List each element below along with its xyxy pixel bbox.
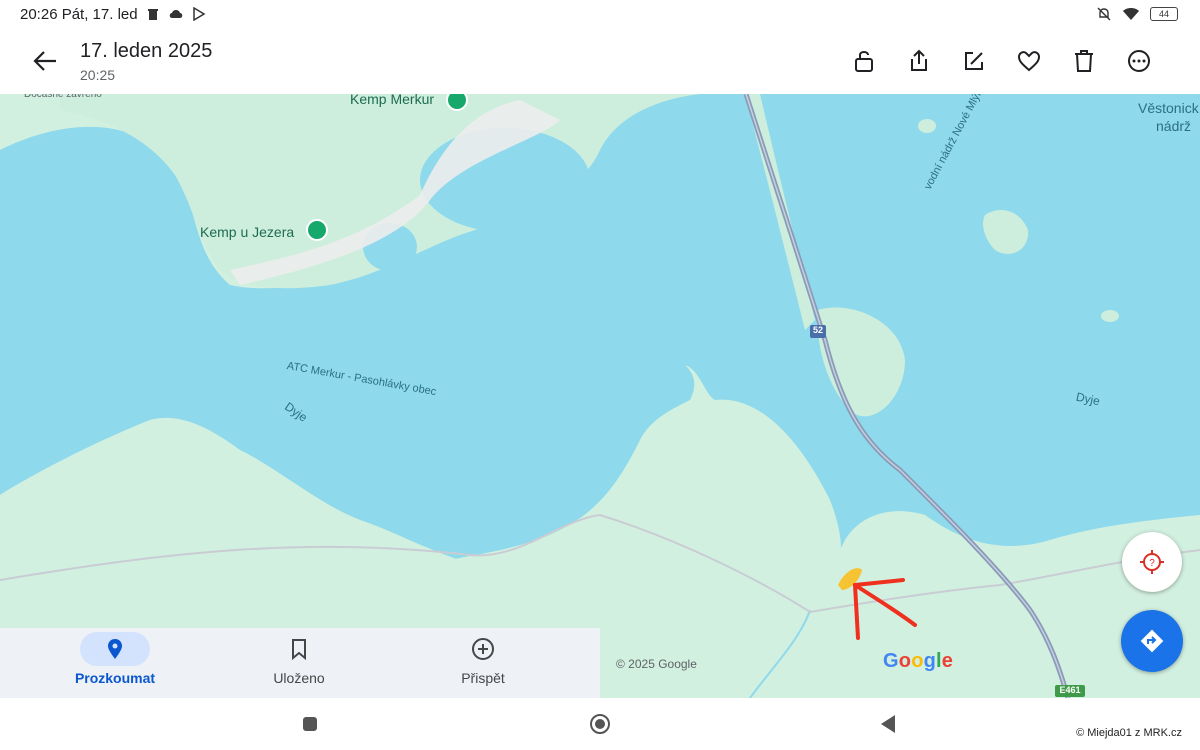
circle-home-icon [590,714,610,734]
location-pin-icon [108,639,122,659]
top-actions [849,46,1154,76]
watermark: © Miejda01 z MRK.cz [1076,727,1182,739]
nav-contribute[interactable]: Přispět [383,628,583,698]
nav-explore-indicator [80,632,150,666]
edit-button[interactable] [959,46,989,76]
back-button[interactable] [28,44,62,78]
bookmark-icon [292,639,306,660]
road-shield-e461: E461 [1055,685,1085,697]
share-icon [911,49,927,71]
system-navigation-bar: © Miejda01 z MRK.cz [0,698,1200,750]
nav-saved[interactable]: Uloženo [199,628,399,698]
directions-icon [1140,629,1164,653]
more-options-button[interactable] [1124,46,1154,76]
nav-saved-indicator [264,632,334,666]
lock-button[interactable] [849,46,879,76]
map-copyright: © 2025 Google [616,657,697,671]
road-shield-52: 52 [810,325,826,338]
unlock-icon [855,51,873,72]
trash-icon [1075,50,1093,72]
bell-muted-icon [1097,7,1111,21]
triangle-back-icon [881,715,895,733]
status-bar: 20:26 Pát, 17. led 44 [0,0,1200,30]
campsite-icon[interactable] [306,219,328,241]
bottom-navigation: Prozkoumat Uloženo Přispět [0,628,600,698]
map-label-vestonicka-2: nádrž [1156,118,1192,134]
nav-saved-label: Uloženo [273,670,325,686]
cloud-notification-icon [169,10,183,18]
wifi-icon [1123,8,1139,20]
svg-text:?: ? [1149,558,1155,569]
page-title: 17. leden 2025 [80,40,213,62]
map-label-kemp-u-jezera[interactable]: Kemp u Jezera [200,224,294,240]
nav-contribute-label: Přispět [461,670,505,686]
status-icons-left [146,7,206,21]
nav-contribute-indicator [448,632,518,666]
battery-indicator: 44 [1150,7,1178,21]
home-button[interactable] [588,712,612,736]
my-location-button[interactable]: ? [1122,532,1182,592]
more-horizontal-icon [1128,50,1150,72]
share-button[interactable] [904,46,934,76]
location-target-icon: ? [1140,550,1164,574]
google-logo: Google [883,650,954,672]
nav-explore-label: Prozkoumat [74,670,156,686]
add-circle-icon [472,638,494,660]
directions-button[interactable] [1121,610,1183,672]
trash-notification-icon [148,9,158,20]
nav-explore[interactable]: Prozkoumat [15,628,215,698]
status-icons-right: 44 [1096,6,1178,22]
arrow-back-icon [33,51,56,71]
heart-icon [1017,51,1041,72]
edit-icon [965,52,983,70]
map-canvas[interactable] [0,0,1200,698]
play-store-notification-icon [193,7,206,21]
map-label-vestonicka-1: Věstonick [1138,100,1199,116]
status-time: 20:26 Pát, 17. led [20,6,138,23]
favorite-button[interactable] [1014,46,1044,76]
system-back-button[interactable] [876,712,900,736]
square-recents-icon [303,717,317,731]
recents-button[interactable] [298,712,322,736]
delete-button[interactable] [1069,46,1099,76]
page-subtitle: 20:25 [80,67,116,83]
photo-top-bar: 17. leden 2025 20:25 [0,30,1200,94]
